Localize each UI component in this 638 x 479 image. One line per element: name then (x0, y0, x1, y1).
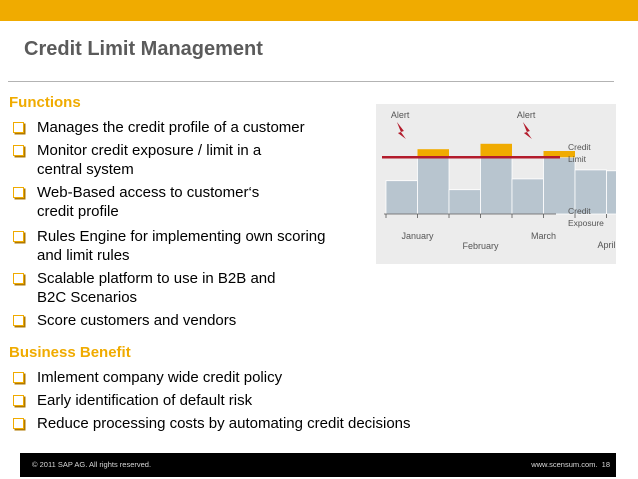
alert-lightning-icon (396, 122, 406, 139)
credit-limit-label-line2: Limit (568, 154, 587, 164)
function-item-1: Manages the credit profile of a customer (13, 118, 353, 137)
alert-label: Alert (391, 110, 410, 120)
business-benefit-heading: Business Benefit (9, 344, 131, 361)
checkbox-bullet-icon (13, 315, 24, 326)
footer-bar: © 2011 SAP AG. All rights reserved. www.… (20, 453, 616, 477)
checkbox-bullet-icon (13, 273, 24, 284)
month-label: January (401, 231, 434, 241)
function-item-5: Scalable platform to use in B2B and B2C … (13, 269, 353, 307)
benefit-item-1: Imlement company wide credit policy (13, 368, 453, 387)
function-item-2: Monitor credit exposure / limit in a cen… (13, 141, 353, 179)
month-label: February (462, 241, 499, 251)
slide-title: Credit Limit Management (24, 38, 263, 60)
benefit-item-2: Early identification of default risk (13, 391, 453, 410)
checkbox-bullet-icon (13, 145, 24, 156)
checkbox-bullet-icon (13, 418, 24, 429)
checkbox-bullet-icon (13, 122, 24, 133)
exposure-bar (417, 156, 450, 215)
top-accent-bar (0, 0, 638, 21)
checkbox-bullet-icon (13, 395, 24, 406)
credit-exposure-label-line1: Credit (568, 206, 591, 216)
credit-chart: Alert Alert January February March April Cre… (382, 110, 638, 251)
function-item-3: Web-Based access to customer‘s credit pr… (13, 183, 353, 221)
alert-label: Alert (517, 110, 536, 120)
exposure-bar (448, 189, 481, 215)
functions-heading: Functions (9, 94, 81, 111)
exposure-bar (385, 180, 418, 215)
page-number: 18 (601, 460, 610, 469)
checkbox-bullet-icon (13, 187, 24, 198)
credit-chart-panel: Alert Alert January February March April Cre… (376, 104, 638, 264)
alert-lightning-icon (522, 122, 532, 139)
exposure-bar (480, 156, 513, 215)
credit-exposure-label-line2: Exposure (568, 218, 604, 228)
footer-url: www.scensum.com. (531, 460, 598, 469)
exposure-bar (511, 178, 544, 215)
footer-url-page: www.scensum.com. 18 (531, 460, 610, 469)
exposure-bar (606, 170, 638, 215)
checkbox-bullet-icon (13, 372, 24, 383)
credit-limit-label-line1: Credit (568, 142, 591, 152)
checkbox-bullet-icon (13, 231, 24, 242)
over-limit-bar (480, 143, 512, 158)
function-item-6: Score customers and vendors (13, 311, 353, 330)
function-item-4: Rules Engine for implementing own scorin… (13, 227, 353, 265)
copyright-text: © 2011 SAP AG. All rights reserved. (32, 460, 152, 469)
month-label: April (597, 240, 615, 250)
month-label: March (531, 231, 556, 241)
benefit-item-3: Reduce processing costs by automating cr… (13, 414, 453, 433)
title-divider (8, 81, 614, 82)
